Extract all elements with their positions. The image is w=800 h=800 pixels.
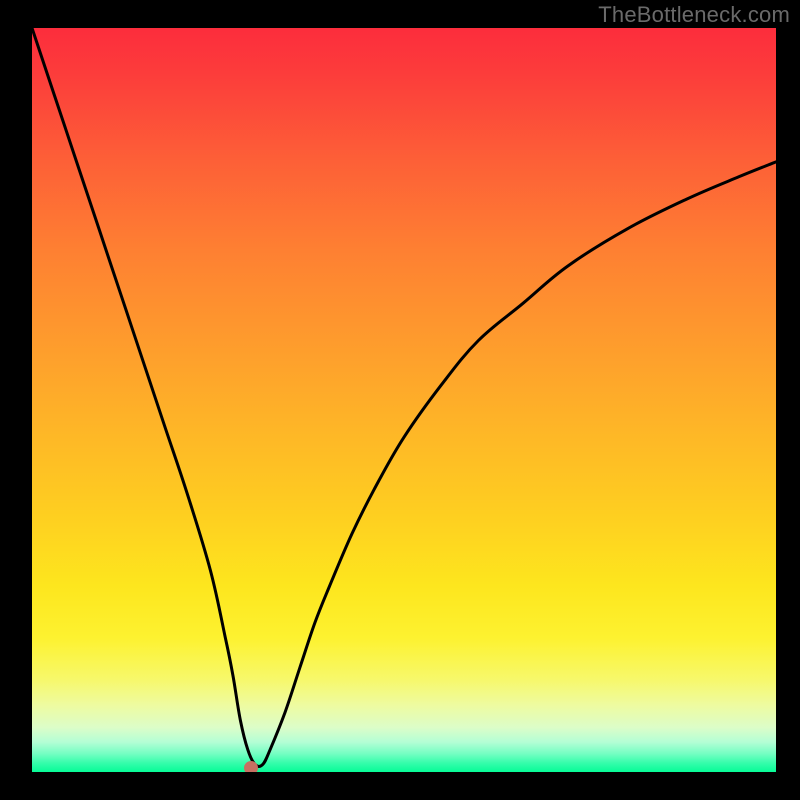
watermark-text: TheBottleneck.com <box>598 2 790 28</box>
curve-svg <box>32 28 776 772</box>
minimum-marker <box>244 761 258 772</box>
bottleneck-curve <box>32 28 776 767</box>
plot-area <box>32 28 776 772</box>
chart-frame: TheBottleneck.com <box>0 0 800 800</box>
